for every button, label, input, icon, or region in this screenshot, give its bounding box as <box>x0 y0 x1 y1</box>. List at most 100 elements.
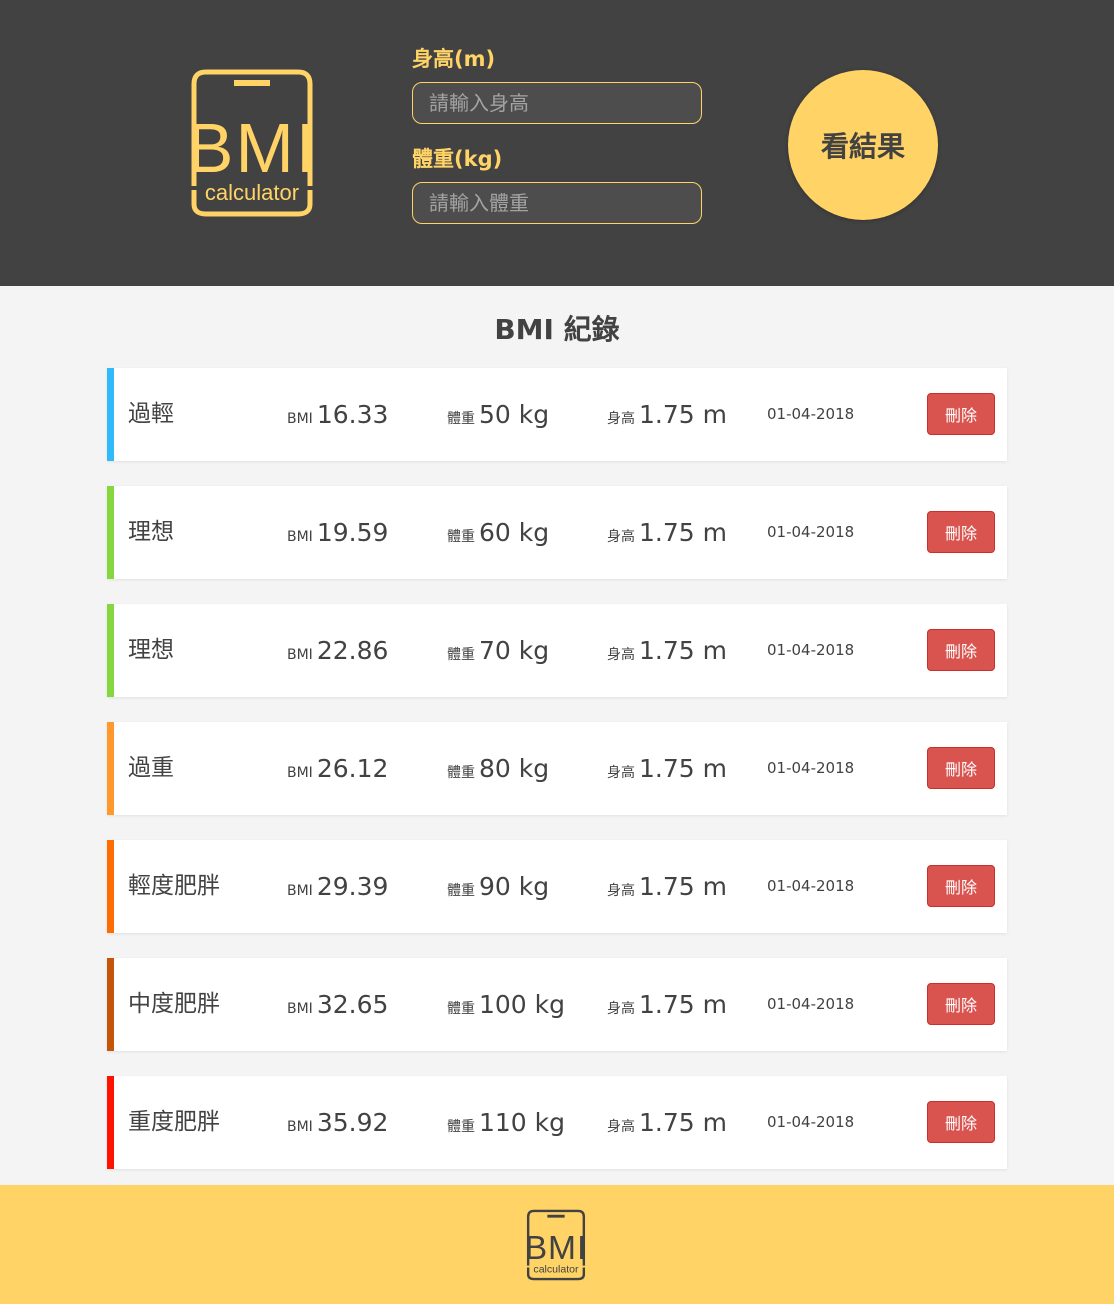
weight-value: 100 <box>479 990 527 1019</box>
delete-button[interactable]: 刪除 <box>927 865 995 907</box>
records-list: 過輕 BMI 16.33 體重 50 kg 身高 1.75 m 01-04-2018 … <box>107 368 1007 1194</box>
weight-unit: kg <box>511 518 549 547</box>
weight-unit-text: kg <box>518 400 550 429</box>
delete-button[interactable]: 刪除 <box>927 393 995 435</box>
delete-button[interactable]: 刪除 <box>927 511 995 553</box>
record-row: 重度肥胖 BMI 35.92 體重 110 kg 身高 1.75 m 01-04-20… <box>107 1076 1007 1169</box>
status-color-bar <box>107 486 114 579</box>
weight-cell: 體重 60 kg <box>447 486 549 584</box>
bmi-label: BMI <box>287 647 313 663</box>
weight-unit: kg <box>511 636 549 665</box>
height-cell: 身高 1.75 m <box>607 604 727 702</box>
bmi-label: BMI <box>287 411 313 427</box>
weight-label: 體重 <box>447 883 475 899</box>
status-color-bar <box>107 604 114 697</box>
weight-unit: kg <box>511 754 549 783</box>
height-unit: m <box>695 1108 727 1137</box>
date-text: 01-04-2018 <box>767 523 855 541</box>
weight-value: 70 <box>479 636 511 665</box>
bmi-cell: BMI 26.12 <box>287 722 388 820</box>
height-label: 身高(m) <box>412 47 496 71</box>
record-row: 過重 BMI 26.12 體重 80 kg 身高 1.75 m 01-04-2018 … <box>107 722 1007 815</box>
weight-label: 體重 <box>447 529 475 545</box>
height-value: 1.75 <box>639 1108 695 1137</box>
footer: BMI calculator <box>0 1185 1114 1304</box>
weight-label: 體重 <box>447 411 475 427</box>
bmi-value: 19.59 <box>316 518 389 547</box>
status-color-bar <box>107 840 114 933</box>
bmi-cell: BMI 32.65 <box>287 958 388 1056</box>
bmi-value: 29.39 <box>316 872 389 901</box>
weight-cell: 體重 90 kg <box>447 840 549 938</box>
bmi-label: BMI <box>287 883 313 899</box>
height-unit-text: m <box>702 872 727 901</box>
weight-unit: kg <box>527 1108 565 1137</box>
bmi-form: 身高(m) 體重(kg) <box>412 44 704 244</box>
weight-label: 體重(kg) <box>412 147 503 171</box>
height-label: 身高 <box>607 1001 635 1017</box>
height-cell: 身高 1.75 m <box>607 958 727 1056</box>
weight-unit: kg <box>511 872 549 901</box>
bmi-value: 32.65 <box>316 990 389 1019</box>
weight-cell: 體重 50 kg <box>447 368 549 466</box>
bmi-logo: BMI calculator <box>187 69 317 217</box>
height-value: 1.75 <box>639 990 695 1019</box>
bmi-cell: BMI 22.86 <box>287 604 388 702</box>
height-label: 身高 <box>607 647 635 663</box>
height-label: 身高 <box>607 529 635 545</box>
weight-value: 90 <box>479 872 511 901</box>
bmi-logo-text: BMI <box>187 109 317 187</box>
weight-cell: 體重 70 kg <box>447 604 549 702</box>
record-row: 過輕 BMI 16.33 體重 50 kg 身高 1.75 m 01-04-2018 … <box>107 368 1007 461</box>
weight-unit-text: kg <box>518 754 550 783</box>
bmi-label: BMI <box>287 529 313 545</box>
delete-button[interactable]: 刪除 <box>927 629 995 671</box>
weight-label: 體重 <box>447 1119 475 1135</box>
weight-cell: 體重 100 kg <box>447 958 565 1056</box>
see-result-button[interactable]: 看結果 <box>788 70 938 220</box>
height-cell: 身高 1.75 m <box>607 840 727 938</box>
bmi-label: BMI <box>287 765 313 781</box>
bmi-cell: BMI 35.92 <box>287 1076 388 1174</box>
record-row: 輕度肥胖 BMI 29.39 體重 90 kg 身高 1.75 m 01-04-201… <box>107 840 1007 933</box>
bmi-cell: BMI 16.33 <box>287 368 388 466</box>
height-unit: m <box>695 754 727 783</box>
height-input[interactable] <box>412 82 702 124</box>
weight-value: 110 <box>479 1108 527 1137</box>
footer-logo-text: BMI <box>525 1230 588 1267</box>
weight-unit: kg <box>511 400 549 429</box>
height-unit: m <box>695 400 727 429</box>
delete-button[interactable]: 刪除 <box>927 1101 995 1143</box>
height-unit: m <box>695 990 727 1019</box>
bmi-label: BMI <box>287 1001 313 1017</box>
date-text: 01-04-2018 <box>767 759 855 777</box>
height-value: 1.75 <box>639 636 695 665</box>
weight-label: 體重 <box>447 647 475 663</box>
record-row: 中度肥胖 BMI 32.65 體重 100 kg 身高 1.75 m 01-04-20… <box>107 958 1007 1051</box>
record-row: 理想 BMI 19.59 體重 60 kg 身高 1.75 m 01-04-2018 … <box>107 486 1007 579</box>
weight-value: 80 <box>479 754 511 783</box>
height-unit-text: m <box>702 518 727 547</box>
height-cell: 身高 1.75 m <box>607 486 727 584</box>
weight-input[interactable] <box>412 182 702 224</box>
status-text: 理想 <box>128 519 174 545</box>
weight-value: 50 <box>479 400 511 429</box>
weight-unit-text: kg <box>518 636 550 665</box>
record-row: 理想 BMI 22.86 體重 70 kg 身高 1.75 m 01-04-2018 … <box>107 604 1007 697</box>
bmi-logo-subtext: calculator <box>205 180 299 205</box>
delete-button[interactable]: 刪除 <box>927 983 995 1025</box>
height-unit-text: m <box>702 990 727 1019</box>
status-text: 輕度肥胖 <box>128 873 220 899</box>
height-unit-text: m <box>702 636 727 665</box>
header: BMI calculator 身高(m) 體重(kg) 看結果 <box>0 0 1114 286</box>
status-color-bar <box>107 958 114 1051</box>
weight-unit: kg <box>527 990 565 1019</box>
height-unit-text: m <box>702 1108 727 1137</box>
status-color-bar <box>107 368 114 461</box>
height-unit: m <box>695 636 727 665</box>
status-color-bar <box>107 722 114 815</box>
bmi-value: 16.33 <box>316 400 389 429</box>
delete-button[interactable]: 刪除 <box>927 747 995 789</box>
height-label: 身高 <box>607 1119 635 1135</box>
height-label: 身高 <box>607 883 635 899</box>
